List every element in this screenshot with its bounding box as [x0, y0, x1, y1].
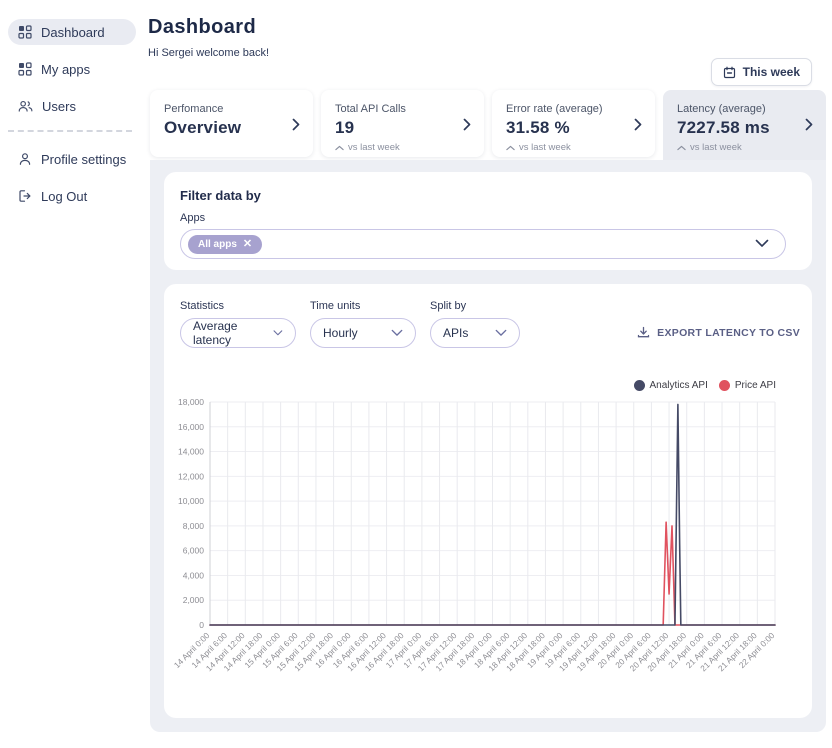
card-label: Perfomance [164, 103, 299, 115]
apps-label: Apps [180, 212, 796, 224]
card-latency-selected[interactable]: Latency (average) 7227.58 ms vs last wee… [663, 90, 826, 160]
dashboard-page: Dashboard My apps Users [0, 0, 832, 748]
svg-text:6,000: 6,000 [183, 546, 205, 556]
person-icon [18, 152, 32, 166]
card-value: 19 [335, 118, 470, 138]
split-by-label: Split by [430, 300, 520, 312]
caret-up-icon [335, 145, 344, 151]
card-compare: vs last week [335, 142, 470, 153]
svg-text:10,000: 10,000 [178, 496, 204, 506]
statistics-value: Average latency [193, 319, 263, 347]
split-by-select[interactable]: APIs [430, 318, 520, 348]
chevron-down-icon [391, 329, 403, 337]
card-compare: vs last week [506, 142, 641, 153]
card-value: Overview [164, 118, 299, 138]
chart-controls: Statistics Average latency Time units Ho… [180, 300, 796, 348]
svg-text:0: 0 [199, 620, 204, 630]
page-header: Dashboard Hi Sergei welcome back! [148, 16, 269, 59]
svg-text:16,000: 16,000 [178, 422, 204, 432]
chevron-right-icon [292, 118, 300, 131]
card-value: 31.58 % [506, 118, 641, 138]
chevron-down-icon [273, 329, 283, 337]
svg-text:2,000: 2,000 [183, 595, 205, 605]
svg-text:4,000: 4,000 [183, 570, 205, 580]
time-units-label: Time units [310, 300, 416, 312]
time-units-select[interactable]: Hourly [310, 318, 416, 348]
page-subtitle: Hi Sergei welcome back! [148, 47, 269, 59]
time-units-control: Time units Hourly [310, 300, 416, 348]
sidebar-item-profile-settings[interactable]: Profile settings [8, 146, 136, 172]
caret-up-icon [677, 145, 686, 151]
grid-icon [18, 62, 32, 76]
statistics-label: Statistics [180, 300, 296, 312]
export-csv-button[interactable]: EXPORT LATENCY TO CSV [637, 326, 800, 339]
split-by-control: Split by APIs [430, 300, 520, 348]
stat-cards-row: Perfomance Overview Total API Calls 19 v… [150, 90, 826, 160]
chevron-right-icon [634, 118, 642, 131]
latency-line-chart: 0 2,000 4,000 6,000 8,000 10,000 12,000 14,000 1… [164, 386, 812, 696]
statistics-control: Statistics Average latency [180, 300, 296, 348]
split-by-value: APIs [443, 326, 468, 340]
card-label: Latency (average) [677, 103, 812, 115]
logout-icon [18, 189, 32, 203]
grid-icon [18, 25, 32, 39]
chevron-down-icon [495, 329, 507, 337]
card-total-api-calls[interactable]: Total API Calls 19 vs last week [321, 90, 484, 157]
sidebar-item-log-out[interactable]: Log Out [8, 183, 136, 209]
chart-svg: 0 2,000 4,000 6,000 8,000 10,000 12,000 14,000 1… [164, 386, 812, 696]
card-compare-label: vs last week [690, 142, 742, 153]
card-error-rate[interactable]: Error rate (average) 31.58 % vs last wee… [492, 90, 655, 157]
calendar-icon [723, 66, 736, 79]
card-value: 7227.58 ms [677, 118, 812, 138]
sidebar: Dashboard My apps Users [0, 0, 142, 748]
statistics-card: Statistics Average latency Time units Ho… [164, 284, 812, 718]
card-label: Total API Calls [335, 103, 470, 115]
filter-heading: Filter data by [180, 188, 796, 203]
svg-text:8,000: 8,000 [183, 521, 205, 531]
chevron-down-icon [755, 239, 769, 248]
chip-label: All apps [198, 239, 237, 250]
filter-card: Filter data by Apps All apps ✕ [164, 172, 812, 270]
card-performance-overview[interactable]: Perfomance Overview [150, 90, 313, 157]
svg-text:12,000: 12,000 [178, 471, 204, 481]
card-compare-label: vs last week [348, 142, 400, 153]
download-icon [637, 326, 650, 339]
card-compare: vs last week [677, 142, 812, 153]
chevron-right-icon [805, 118, 813, 131]
export-csv-label: EXPORT LATENCY TO CSV [657, 327, 800, 339]
sidebar-divider [8, 130, 132, 132]
this-week-label: This week [743, 65, 800, 79]
all-apps-chip[interactable]: All apps ✕ [188, 235, 262, 254]
caret-up-icon [506, 145, 515, 151]
chip-remove-icon[interactable]: ✕ [243, 239, 252, 250]
users-icon [18, 99, 33, 113]
sidebar-item-label: Profile settings [41, 152, 126, 167]
time-units-value: Hourly [323, 326, 358, 340]
svg-text:18,000: 18,000 [178, 397, 204, 407]
card-label: Error rate (average) [506, 103, 641, 115]
svg-text:14,000: 14,000 [178, 447, 204, 457]
sidebar-item-my-apps[interactable]: My apps [8, 56, 136, 82]
page-title: Dashboard [148, 16, 269, 39]
statistics-select[interactable]: Average latency [180, 318, 296, 348]
sidebar-item-label: Dashboard [41, 25, 105, 40]
sidebar-item-users[interactable]: Users [8, 93, 136, 119]
chevron-right-icon [463, 118, 471, 131]
this-week-button[interactable]: This week [711, 58, 812, 86]
content-panel: Filter data by Apps All apps ✕ Statistic… [150, 160, 826, 732]
sidebar-item-label: Users [42, 99, 76, 114]
sidebar-item-label: My apps [41, 62, 90, 77]
apps-select[interactable]: All apps ✕ [180, 229, 786, 259]
sidebar-item-dashboard[interactable]: Dashboard [8, 19, 136, 45]
card-compare-label: vs last week [519, 142, 571, 153]
sidebar-item-label: Log Out [41, 189, 87, 204]
